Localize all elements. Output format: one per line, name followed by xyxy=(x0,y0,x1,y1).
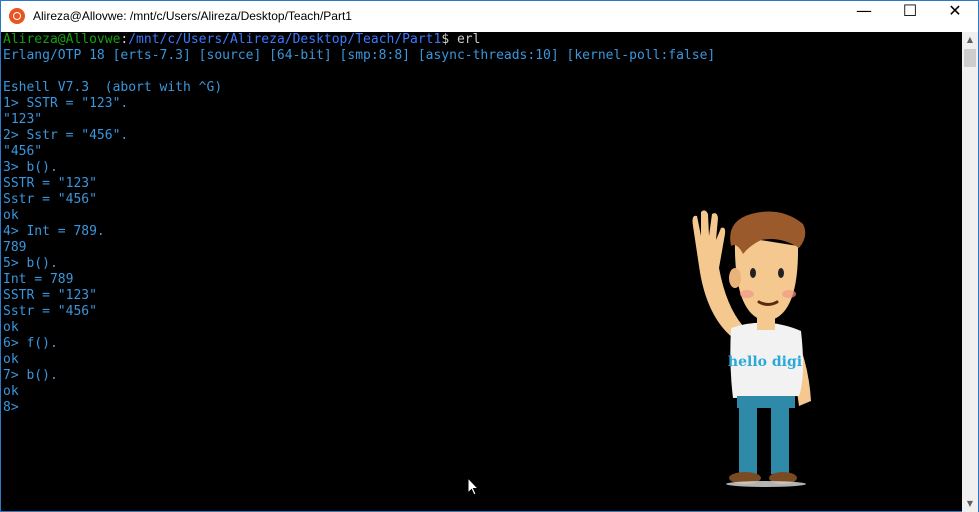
prompt-path: /mnt/c/Users/Alireza/Desktop/Teach/Part1 xyxy=(128,32,442,47)
output-line: "123" xyxy=(3,112,43,127)
mascot-cheek xyxy=(782,290,796,298)
output-line: Erlang/OTP 18 [erts-7.3] [source] [64-bi… xyxy=(3,48,716,63)
mascot-right-leg xyxy=(771,406,789,474)
prompt-line: Alireza@Allovwe:/mnt/c/Users/Alireza/Des… xyxy=(3,32,961,48)
output-line: Eshell V7.3 (abort with ^G) xyxy=(3,80,223,95)
output-line: 1> SSTR = "123". xyxy=(3,96,129,111)
prompt-command: $ erl xyxy=(441,32,481,47)
mascot-left-eye xyxy=(750,268,756,278)
mascot-shirt-text: hello digi xyxy=(728,354,802,370)
title-bar[interactable]: Alireza@Allovwe: /mnt/c/Users/Alireza/De… xyxy=(1,1,978,32)
prompt-user: Alireza@Allovwe xyxy=(3,32,121,47)
close-button[interactable]: ✕ xyxy=(932,1,978,32)
ubuntu-icon[interactable] xyxy=(9,8,25,24)
output-line: 2> Sstr = "456". xyxy=(3,128,129,143)
vertical-scrollbar[interactable]: ▲ ▼ xyxy=(962,32,978,512)
scroll-down-arrow-icon[interactable]: ▼ xyxy=(962,496,978,512)
output-line: "456" xyxy=(3,144,43,159)
output-line: SSTR = "123" xyxy=(3,176,97,191)
terminal-window: Alireza@Allovwe: /mnt/c/Users/Alireza/De… xyxy=(0,0,979,512)
mascot-shadow xyxy=(726,481,806,487)
mascot-cheek xyxy=(740,290,754,298)
scroll-up-arrow-icon[interactable]: ▲ xyxy=(962,32,978,48)
mascot-ear xyxy=(729,268,741,288)
minimize-button[interactable]: — xyxy=(841,1,887,32)
mascot-left-leg xyxy=(739,406,757,474)
mascot-right-eye xyxy=(778,268,784,278)
waving-mascot-image: hello digi xyxy=(692,210,811,487)
scrollbar-thumb[interactable] xyxy=(964,49,976,67)
output-line: 3> b(). xyxy=(3,160,58,175)
mouse-pointer-icon xyxy=(467,477,479,496)
window-title: Alireza@Allovwe: /mnt/c/Users/Alireza/De… xyxy=(33,9,352,23)
maximize-button[interactable]: ☐ xyxy=(887,1,933,32)
